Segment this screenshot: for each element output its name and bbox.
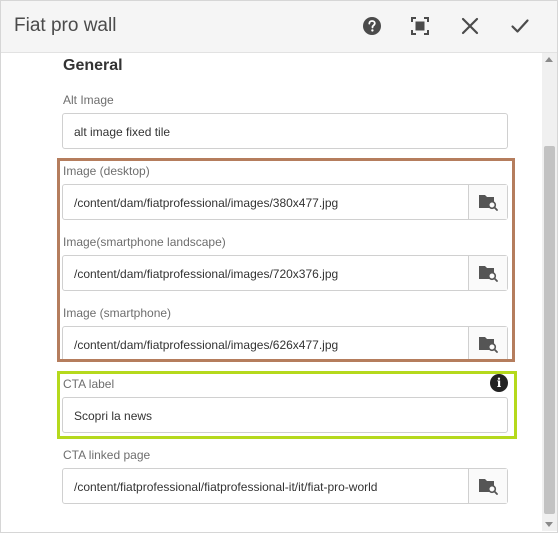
vertical-scrollbar[interactable] bbox=[542, 53, 557, 531]
cta-label-value: Scopri la news bbox=[74, 409, 153, 423]
done-button[interactable] bbox=[507, 13, 533, 39]
cta-link-value: /content/fiatprofessional/fiatprofession… bbox=[74, 480, 378, 494]
image-smartphone-field[interactable]: /content/dam/fiatprofessional/images/626… bbox=[62, 326, 508, 362]
dialog: Fiat pro wall General Alt Image alt imag… bbox=[0, 0, 558, 533]
image-landscape-browse-button[interactable] bbox=[468, 256, 507, 290]
alt-image-field[interactable]: alt image fixed tile bbox=[62, 113, 508, 149]
folder-search-icon bbox=[479, 337, 498, 353]
help-icon bbox=[363, 17, 381, 35]
image-landscape-value: /content/dam/fiatprofessional/images/720… bbox=[74, 267, 339, 281]
cta-link-browse-button[interactable] bbox=[468, 469, 507, 503]
image-desktop-field[interactable]: /content/dam/fiatprofessional/images/380… bbox=[62, 184, 508, 220]
cta-label-field[interactable]: Scopri la news bbox=[62, 397, 508, 433]
check-icon bbox=[511, 19, 529, 33]
cta-label-label: CTA label bbox=[63, 377, 115, 391]
cta-link-field[interactable]: /content/fiatprofessional/fiatprofession… bbox=[62, 468, 508, 504]
close-button[interactable] bbox=[457, 13, 483, 39]
cta-link-label: CTA linked page bbox=[63, 448, 151, 462]
section-title: General bbox=[63, 57, 123, 74]
fullscreen-icon bbox=[411, 17, 429, 35]
image-desktop-browse-button[interactable] bbox=[468, 185, 507, 219]
help-button[interactable] bbox=[359, 13, 385, 39]
folder-search-icon bbox=[479, 266, 498, 282]
dialog-header: Fiat pro wall bbox=[1, 1, 557, 53]
image-smartphone-browse-button[interactable] bbox=[468, 327, 507, 361]
image-landscape-field[interactable]: /content/dam/fiatprofessional/images/720… bbox=[62, 255, 508, 291]
image-smartphone-label: Image (smartphone) bbox=[63, 306, 172, 320]
close-icon bbox=[461, 17, 479, 35]
alt-image-label: Alt Image bbox=[63, 93, 114, 107]
image-desktop-label: Image (desktop) bbox=[63, 164, 150, 178]
alt-image-value: alt image fixed tile bbox=[74, 125, 171, 139]
image-desktop-value: /content/dam/fiatprofessional/images/380… bbox=[74, 196, 339, 210]
dialog-title: Fiat pro wall bbox=[14, 15, 117, 36]
scroll-thumb[interactable] bbox=[544, 146, 555, 514]
info-icon[interactable]: i bbox=[490, 374, 508, 392]
scroll-up-arrow[interactable] bbox=[545, 57, 553, 62]
image-landscape-label: Image(smartphone landscape) bbox=[63, 235, 226, 249]
scroll-down-arrow[interactable] bbox=[545, 522, 553, 527]
fullscreen-button[interactable] bbox=[407, 13, 433, 39]
folder-search-icon bbox=[479, 195, 498, 211]
folder-search-icon bbox=[479, 479, 498, 495]
dialog-content: General Alt Image alt image fixed tile I… bbox=[1, 53, 541, 531]
image-smartphone-value: /content/dam/fiatprofessional/images/626… bbox=[74, 338, 339, 352]
